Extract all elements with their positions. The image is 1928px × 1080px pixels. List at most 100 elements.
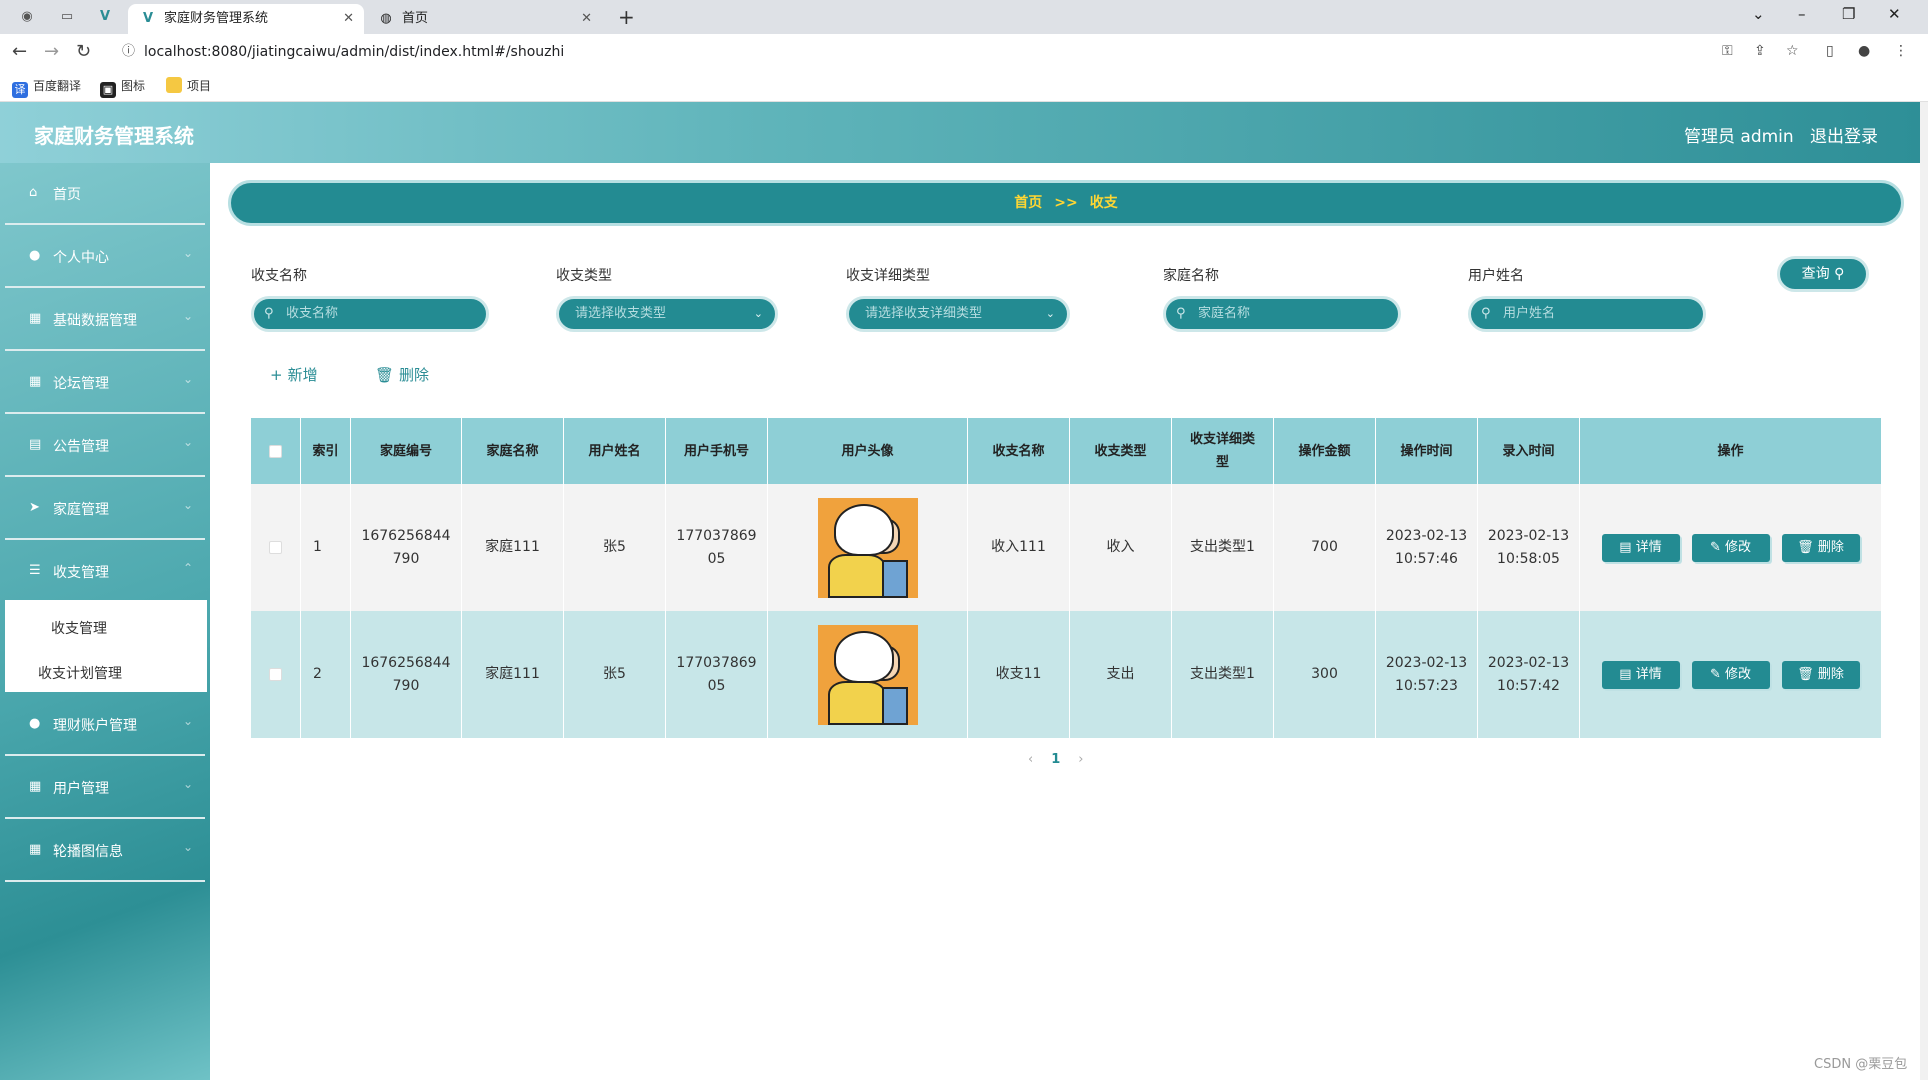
sidebar-item-home[interactable]: ⌂ 首页 [5, 163, 205, 225]
new-tab-button[interactable]: + [618, 4, 635, 30]
query-button[interactable]: 查询 ⚲ [1777, 256, 1869, 292]
submenu-item-income-expense[interactable]: 收支管理 [51, 618, 107, 638]
edit-button[interactable]: ✎ 修改 [1691, 533, 1770, 562]
type-select[interactable]: 请选择收支类型 ⌄ [556, 296, 778, 332]
cell-type: 收入 [1070, 484, 1172, 611]
add-button[interactable]: + 新增 [270, 364, 318, 385]
sidebar-item-users[interactable]: ▦ 用户管理 ⌄ [5, 757, 205, 819]
sidebar-item-finance-account[interactable]: ● 理财账户管理 ⌄ [5, 694, 205, 756]
chevron-down-icon: ⌄ [753, 307, 763, 320]
column-header[interactable]: 索引 [301, 418, 351, 484]
profile-icon[interactable]: ● [1858, 43, 1870, 59]
detail-button[interactable]: ▤ 详情 [1601, 660, 1680, 689]
share-icon[interactable]: ⇪ [1754, 43, 1766, 59]
logout-button[interactable]: 退出登录 [1810, 122, 1878, 147]
close-window-button[interactable]: ✕ [1888, 5, 1901, 23]
cell-index: 2 [301, 611, 351, 738]
vue-favicon-icon: V [142, 11, 154, 26]
user-avatar-image[interactable] [817, 624, 918, 725]
column-header[interactable]: 操作金额 [1274, 418, 1376, 484]
home-icon: ⌂ [29, 185, 38, 200]
user-name-input[interactable]: ⚲ 用户姓名 [1468, 296, 1706, 332]
column-header[interactable]: 收支名称 [968, 418, 1070, 484]
prev-page-icon[interactable]: ‹ [1028, 752, 1033, 767]
column-header[interactable]: 收支详细类型 [1172, 418, 1274, 484]
tab-family-finance[interactable]: V 家庭财务管理系统 ✕ [128, 4, 364, 34]
minimize-button[interactable]: – [1798, 5, 1806, 23]
column-header[interactable]: 录入时间 [1478, 418, 1580, 484]
column-header[interactable]: 收支类型 [1070, 418, 1172, 484]
delete-button[interactable]: 🗑 删除 [1781, 533, 1860, 562]
cell-amount: 300 [1274, 611, 1376, 738]
row-checkbox[interactable] [269, 541, 282, 554]
close-tab-icon[interactable]: ✕ [343, 4, 354, 34]
browser-logo-icon[interactable]: ◉ [18, 8, 36, 26]
family-name-input[interactable]: ⚲ 家庭名称 [1163, 296, 1401, 332]
page-number[interactable]: 1 [1051, 752, 1060, 767]
admin-label: 管理员 admin [1684, 127, 1794, 147]
filter-label-detail-type: 收支详细类型 [846, 268, 930, 284]
search-icon: ⚲ [1481, 306, 1491, 321]
scrollbar[interactable] [1920, 102, 1928, 1080]
restore-button[interactable]: ❐ [1842, 5, 1855, 23]
bookmark-projects[interactable]: 项目 [166, 77, 211, 95]
breadcrumb-current: 收支 [1089, 195, 1118, 211]
bookmark-icons[interactable]: ▣ 图标 [100, 77, 145, 98]
cell-phone: 177037869 05 [666, 484, 768, 611]
site-info-icon[interactable]: ⓘ [122, 38, 135, 66]
user-avatar-image[interactable] [817, 497, 918, 598]
sidebar-item-income-expense[interactable]: ☰ 收支管理 ⌃ [5, 541, 205, 603]
row-checkbox[interactable] [269, 668, 282, 681]
key-icon[interactable]: ⚿ [1722, 43, 1733, 59]
tab-page-icon[interactable]: ▭ [58, 8, 76, 26]
select-all-checkbox[interactable] [269, 444, 282, 458]
back-button[interactable]: ← [12, 40, 27, 64]
url-field[interactable]: ⓘ localhost:8080/jiatingcaiwu/admin/dist… [110, 38, 1810, 66]
delete-button[interactable]: 🗑 删除 [1781, 660, 1860, 689]
batch-delete-button[interactable]: 🗑 删除 [375, 364, 429, 385]
sidebar-item-notice[interactable]: ▤ 公告管理 ⌄ [5, 415, 205, 477]
cell-user-name: 张5 [564, 484, 666, 611]
tab-home[interactable]: ◍ 首页 ✕ [366, 4, 602, 34]
star-icon[interactable]: ☆ [1786, 43, 1799, 59]
chevron-down-icon: ⌄ [1045, 307, 1055, 320]
forward-button[interactable]: → [44, 40, 59, 64]
select-all-cell [251, 418, 301, 484]
notice-icon: ▤ [29, 437, 42, 452]
sidebar-item-family[interactable]: ➤ 家庭管理 ⌄ [5, 478, 205, 540]
edit-button[interactable]: ✎ 修改 [1691, 660, 1770, 689]
watermark: CSDN @栗豆包 [1814, 1057, 1908, 1072]
submenu-item-plan[interactable]: 收支计划管理 [38, 663, 122, 683]
column-header[interactable]: 用户姓名 [564, 418, 666, 484]
reload-button[interactable]: ↻ [76, 40, 91, 64]
detail-button[interactable]: ▤ 详情 [1601, 533, 1680, 562]
vue-icon[interactable]: V [96, 8, 114, 26]
address-bar-row: ← → ↻ ⓘ localhost:8080/jiatingcaiwu/admi… [0, 34, 1928, 70]
close-tab-icon[interactable]: ✕ [581, 4, 592, 34]
breadcrumb: 首页 >> 收支 [228, 180, 1904, 226]
column-header[interactable]: 操作时间 [1376, 418, 1478, 484]
cell-detail-type: 支出类型1 [1172, 484, 1274, 611]
cell-operations: ▤ 详情 ✎ 修改 🗑 删除 [1580, 611, 1881, 738]
tab-search-icon[interactable]: ⌄ [1752, 5, 1765, 23]
breadcrumb-home[interactable]: 首页 [1014, 195, 1042, 211]
database-icon: ▦ [29, 311, 42, 326]
bookmark-baidu-translate[interactable]: 译百度翻译 [12, 77, 81, 98]
next-page-icon[interactable]: › [1078, 752, 1083, 767]
chevron-down-icon: ⌄ [182, 840, 193, 854]
menu-icon[interactable]: ⋮ [1894, 43, 1908, 59]
column-header[interactable]: 用户头像 [768, 418, 968, 484]
column-header[interactable]: 家庭编号 [351, 418, 462, 484]
column-header[interactable]: 家庭名称 [462, 418, 564, 484]
table-row: 1 1676256844 790 家庭111 张5 177037869 05 收入1… [251, 484, 1881, 611]
item-name-input[interactable]: ⚲ 收支名称 [251, 296, 489, 332]
sidebar-item-forum[interactable]: ▦ 论坛管理 ⌄ [5, 352, 205, 414]
sidepanel-icon[interactable]: ▯ [1826, 43, 1834, 59]
trash-icon: 🗑 [1797, 539, 1814, 555]
column-header[interactable]: 用户手机号 [666, 418, 768, 484]
sidebar-item-personal[interactable]: ● 个人中心 ⌄ [5, 226, 205, 288]
column-header[interactable]: 操作 [1580, 418, 1881, 484]
sidebar-item-carousel[interactable]: ▦ 轮播图信息 ⌄ [5, 820, 205, 882]
sidebar-item-basic-data[interactable]: ▦ 基础数据管理 ⌄ [5, 289, 205, 351]
detail-type-select[interactable]: 请选择收支详细类型 ⌄ [846, 296, 1070, 332]
